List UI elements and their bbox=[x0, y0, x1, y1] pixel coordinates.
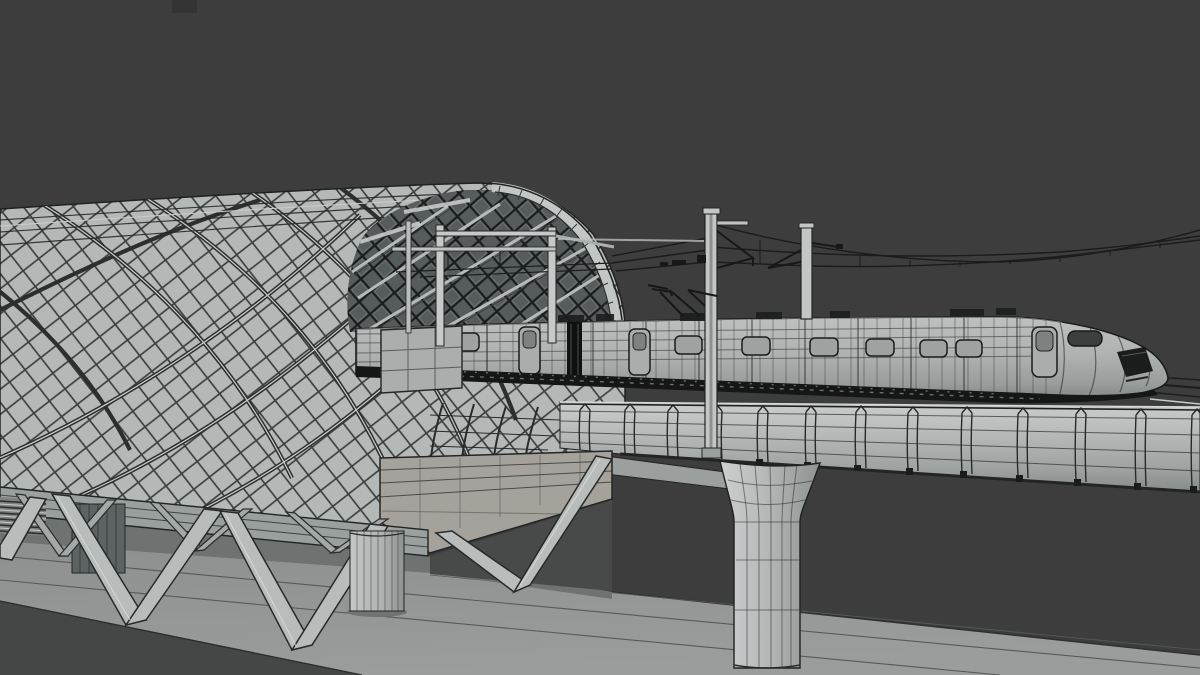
portal-beam-top bbox=[435, 230, 557, 237]
cab-side-window bbox=[1067, 330, 1103, 347]
distant-block bbox=[172, 0, 197, 13]
mast2-cap bbox=[798, 222, 815, 229]
portal-beam-mid bbox=[391, 246, 557, 252]
interior-mast bbox=[405, 220, 412, 334]
portal-post-right bbox=[547, 226, 557, 344]
column-front[interactable] bbox=[347, 530, 407, 617]
portal-post-left bbox=[435, 224, 445, 347]
mast1-crossarm bbox=[716, 220, 749, 226]
mast1-base bbox=[701, 447, 722, 459]
mast2-pole bbox=[800, 226, 813, 320]
scene-canvas bbox=[0, 0, 1200, 675]
car-gap bbox=[567, 322, 582, 378]
mast2-insulator bbox=[836, 244, 843, 249]
platform-screen-panel bbox=[380, 325, 463, 394]
mast1-cap bbox=[702, 207, 721, 215]
viewport-3d[interactable] bbox=[0, 0, 1200, 675]
